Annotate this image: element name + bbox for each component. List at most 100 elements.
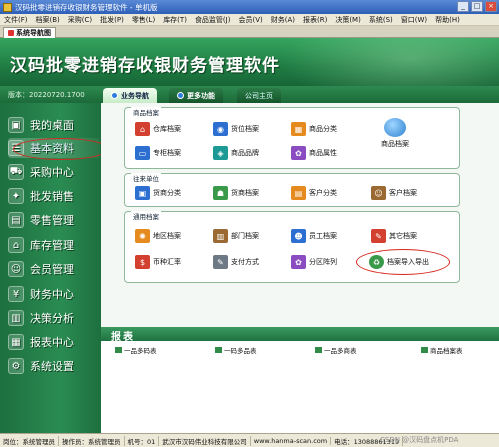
- sidebar-item-wholesale[interactable]: ✦ 批发销售: [8, 186, 100, 206]
- window-title-bar: 汉码批零进销存收银财务管理软件 - 单机版 _ □ ×: [0, 0, 499, 14]
- region-icon: ✺: [135, 229, 150, 243]
- zone-icon: ✿: [291, 255, 306, 269]
- sidebar-item-inventory[interactable]: ⌂ 库存管理: [8, 235, 100, 255]
- tab-company-homepage[interactable]: 公司主页: [237, 88, 281, 103]
- employee-archive[interactable]: ☻ 员工档案: [291, 229, 337, 243]
- counter-icon: ▭: [135, 146, 150, 160]
- panel-title: 通用档案: [131, 211, 161, 221]
- currency-rate[interactable]: $ 币种汇率: [135, 255, 181, 269]
- zone-array[interactable]: ✿ 分区阵列: [291, 255, 337, 269]
- sidebar-item-finance[interactable]: ¥ 财务中心: [8, 284, 100, 304]
- document-tab-strip: 系统导航图: [0, 26, 499, 38]
- sidebar-item-member[interactable]: ☺ 会员管理: [8, 259, 100, 279]
- customer-category-icon: ▤: [291, 186, 306, 200]
- customer-category[interactable]: ▤ 客户分类: [291, 186, 337, 200]
- panel-contacts: 往来单位 ▣ 货商分类 ☗ 货商档案 ▤ 客户分类 ☺ 客户档案: [124, 173, 460, 207]
- maximize-button[interactable]: □: [471, 1, 483, 12]
- customer-archive[interactable]: ☺ 客户档案: [371, 186, 417, 200]
- report-header: 报表: [101, 327, 499, 343]
- monitor-icon: ▣: [8, 117, 24, 133]
- department-icon: ▥: [213, 229, 228, 243]
- employee-icon: ☻: [291, 229, 306, 243]
- menu-purchase[interactable]: 采购(C): [64, 15, 96, 25]
- globe-icon: [177, 92, 184, 99]
- close-button[interactable]: ×: [485, 1, 497, 12]
- window-title: 汉码批零进销存收银财务管理软件 - 单机版: [15, 2, 158, 12]
- settings-icon: ⚙: [8, 358, 24, 374]
- arrow-icon: [315, 347, 322, 353]
- version-label: 版本：20220720.1700: [8, 91, 85, 99]
- sidebar-item-label: 会员管理: [30, 263, 74, 276]
- goods-globe-icon: [384, 118, 406, 137]
- menu-food-supervision[interactable]: 食品监管(J): [191, 15, 235, 25]
- nav-map-icon: [8, 30, 14, 36]
- watermark: CSDN @汉码盘点机PDA: [380, 436, 459, 444]
- tab-label: 系统导航图: [16, 29, 51, 37]
- main-content: 商品档案 ⌂ 仓库档案 ◉ 货位档案 ▦ 商品分类 商品档案 ▭ 专柜档案 ◈ …: [101, 103, 499, 433]
- menu-retail[interactable]: 零售(L): [128, 15, 159, 25]
- highlight-circle: [356, 249, 450, 275]
- menu-report[interactable]: 报表(R): [299, 15, 331, 25]
- payment-method[interactable]: ✎ 支付方式: [213, 255, 259, 269]
- menu-bar: 文件(F) 档案(B) 采购(C) 批发(P) 零售(L) 库存(T) 食品监管…: [0, 14, 499, 26]
- sidebar-item-decision[interactable]: ▥ 决策分析: [8, 308, 100, 328]
- brand-icon: ◈: [213, 146, 228, 160]
- banner-title: 汉码批零进销存收银财务管理软件: [10, 56, 280, 76]
- other-icon: ✎: [371, 229, 386, 243]
- sidebar-item-purchase[interactable]: ⛟ 采购中心: [8, 162, 100, 182]
- region-archive[interactable]: ✺ 地区档案: [135, 229, 181, 243]
- tab-business-navigation[interactable]: 业务导航: [103, 88, 157, 103]
- sidebar-item-label: 系统设置: [30, 360, 74, 373]
- supplier-category[interactable]: ▣ 货商分类: [135, 186, 181, 200]
- other-archive[interactable]: ✎ 其它档案: [371, 229, 417, 243]
- sidebar-item-my-desktop[interactable]: ▣ 我的桌面: [8, 115, 100, 135]
- goods-brand[interactable]: ◈ 商品品牌: [213, 146, 259, 160]
- sidebar-item-label: 批发销售: [30, 190, 74, 203]
- goods-location[interactable]: ◉ 货位档案: [213, 122, 259, 136]
- goods-category[interactable]: ▦ 商品分类: [291, 122, 337, 136]
- menu-member[interactable]: 会员(V): [234, 15, 266, 25]
- menu-finance[interactable]: 财务(A): [267, 15, 299, 25]
- supplier-icon: ☗: [213, 186, 228, 200]
- goods-archive[interactable]: 商品档案: [381, 118, 409, 149]
- status-role: 岗位：系统管理员: [0, 435, 59, 446]
- panel-title: 往来单位: [131, 173, 161, 183]
- app-icon: [3, 2, 12, 12]
- sidebar-item-label: 采购中心: [30, 166, 74, 179]
- goods-counter[interactable]: ▭ 专柜档案: [135, 146, 181, 160]
- menu-decision[interactable]: 决策(M): [331, 15, 365, 25]
- warehouse-icon: ⌂: [135, 122, 150, 136]
- sidebar-item-settings[interactable]: ⚙ 系统设置: [8, 356, 100, 376]
- menu-help[interactable]: 帮助(H): [431, 15, 464, 25]
- sidebar-item-label: 决策分析: [30, 312, 74, 325]
- menu-archive[interactable]: 档案(B): [32, 15, 64, 25]
- menu-inventory[interactable]: 库存(T): [159, 15, 191, 25]
- report-link-one-item-multi-code[interactable]: 一品多码表: [115, 345, 157, 355]
- supplier-category-icon: ▣: [135, 186, 150, 200]
- menu-system[interactable]: 系统(S): [365, 15, 397, 25]
- report-link-goods-archive[interactable]: 商品档案表: [421, 345, 463, 355]
- report-link-one-item-multi-supplier[interactable]: 一品多商表: [315, 345, 357, 355]
- department-archive[interactable]: ▥ 部门档案: [213, 229, 259, 243]
- goods-attribute[interactable]: ✿ 商品属性: [291, 146, 337, 160]
- sidebar-item-label: 我的桌面: [30, 119, 74, 132]
- menu-file[interactable]: 文件(F): [0, 15, 32, 25]
- sidebar-item-report[interactable]: ▦ 报表中心: [8, 332, 100, 352]
- supplier-archive[interactable]: ☗ 货商档案: [213, 186, 259, 200]
- retail-icon: ▤: [8, 212, 24, 228]
- sidebar-item-label: 零售管理: [30, 214, 74, 227]
- report-link-one-code-multi-item[interactable]: 一码多品表: [215, 345, 257, 355]
- truck-icon: ⛟: [8, 164, 24, 180]
- menu-window[interactable]: 窗口(W): [397, 15, 431, 25]
- currency-icon: $: [135, 255, 150, 269]
- sidebar-item-retail[interactable]: ▤ 零售管理: [8, 210, 100, 230]
- status-machine: 机号：01: [125, 435, 160, 446]
- attribute-icon: ✿: [291, 146, 306, 160]
- tab-more-functions[interactable]: 更多功能: [169, 88, 223, 103]
- tab-system-navigation[interactable]: 系统导航图: [3, 27, 56, 38]
- menu-wholesale[interactable]: 批发(P): [96, 15, 128, 25]
- panel-title: 商品档案: [131, 107, 161, 117]
- minimize-button[interactable]: _: [457, 1, 469, 12]
- chart-icon: ▥: [8, 310, 24, 326]
- goods-warehouse[interactable]: ⌂ 仓库档案: [135, 122, 181, 136]
